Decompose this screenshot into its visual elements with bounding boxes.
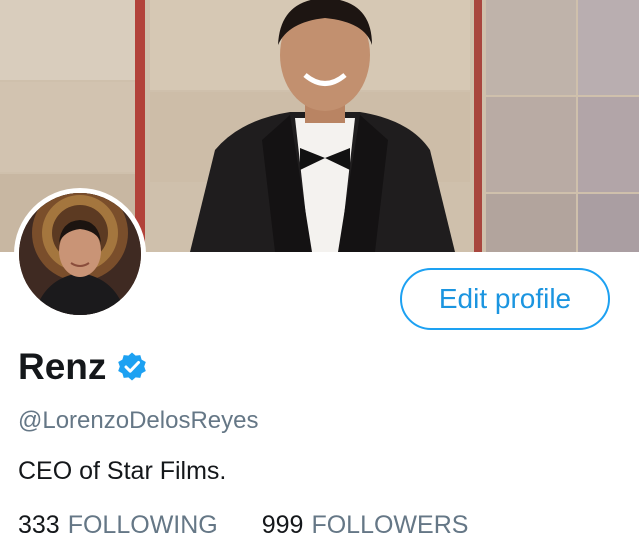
profile-name-row: Renz xyxy=(18,344,148,390)
followers-stat[interactable]: 999 FOLLOWERS xyxy=(262,511,469,540)
following-stat[interactable]: 333 FOLLOWING xyxy=(18,511,218,540)
following-count: 333 xyxy=(18,511,60,539)
followers-label: FOLLOWERS xyxy=(311,511,469,539)
profile-stats: 333 FOLLOWING 999 FOLLOWERS xyxy=(18,511,512,540)
profile-name: Renz xyxy=(18,346,107,387)
profile-handle: @LorenzoDelosReyes xyxy=(18,407,259,434)
verified-badge-icon xyxy=(118,352,147,381)
profile-bio: CEO of Star Films. xyxy=(18,457,227,485)
edit-profile-button[interactable]: Edit profile xyxy=(400,268,610,330)
followers-count: 999 xyxy=(261,511,304,539)
profile-avatar[interactable] xyxy=(14,188,146,320)
following-label: FOLLOWING xyxy=(67,511,218,539)
